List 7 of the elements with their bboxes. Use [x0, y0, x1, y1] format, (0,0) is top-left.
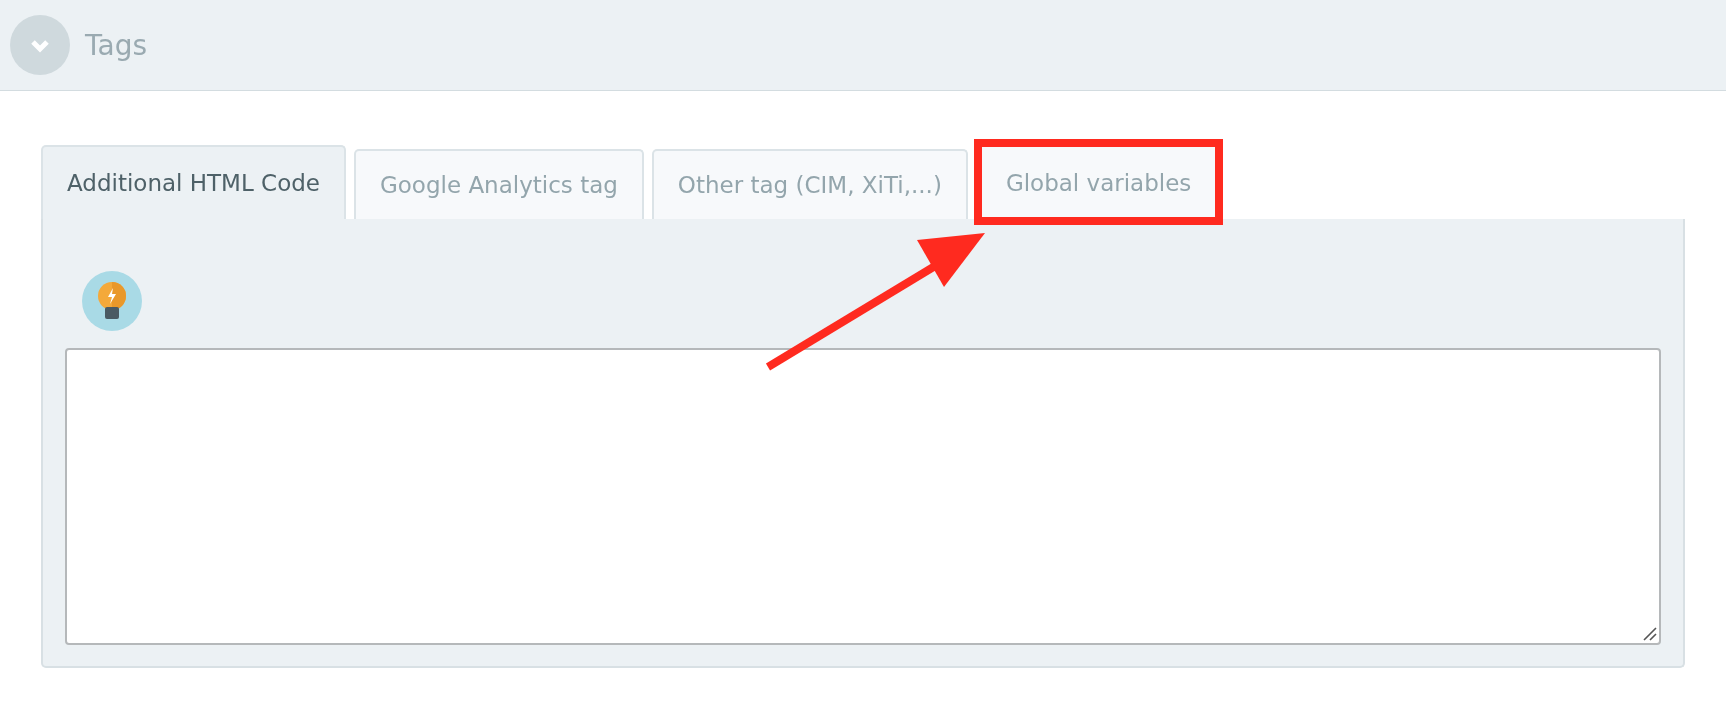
tab[interactable]: Other tag (CIM, XiTi,...) [651, 149, 968, 219]
lightbulb-icon [82, 271, 142, 331]
collapse-toggle-button[interactable] [10, 15, 70, 75]
resize-grip-icon[interactable] [1643, 627, 1657, 641]
tab[interactable]: Additional HTML Code [41, 145, 346, 219]
section-title: Tags [85, 28, 147, 62]
tab[interactable]: Google Analytics tag [353, 149, 644, 219]
